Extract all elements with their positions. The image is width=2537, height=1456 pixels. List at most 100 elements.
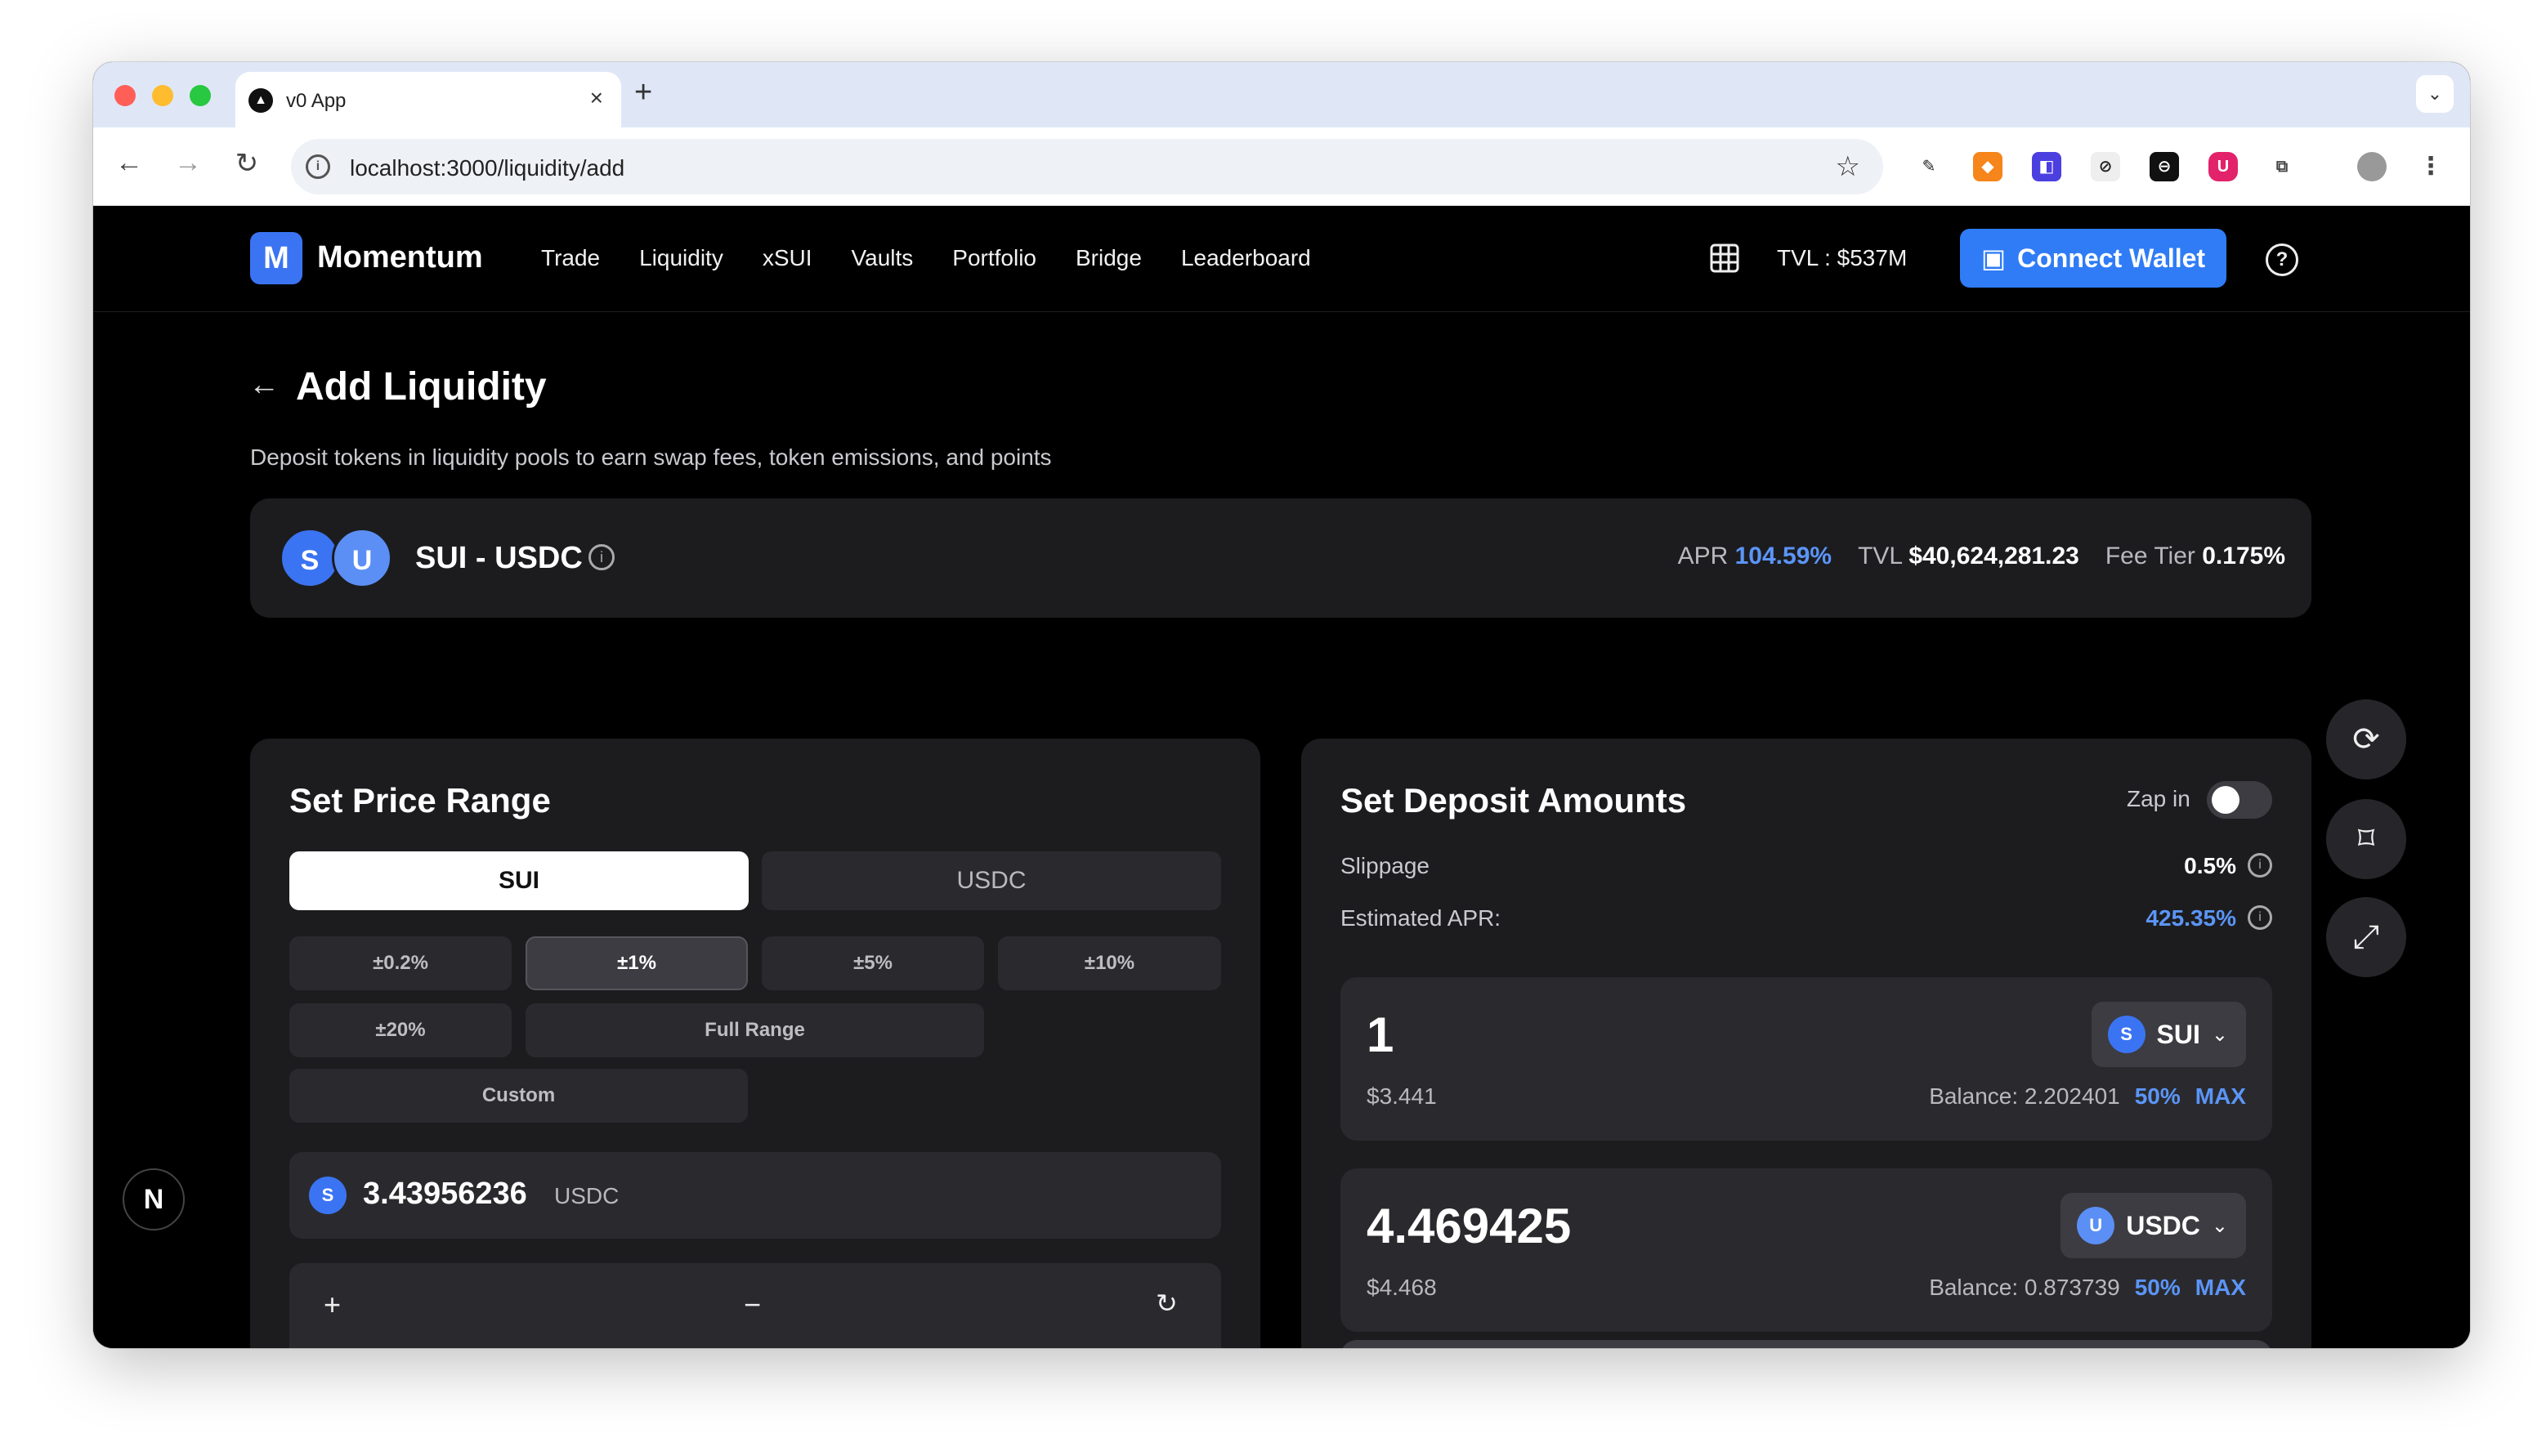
pool-name: SUI - USDC xyxy=(415,541,583,575)
logo-mark[interactable]: M xyxy=(250,232,302,284)
fee-tier-value: 0.175% xyxy=(2202,543,2285,569)
preset-1-button[interactable]: ±1% xyxy=(526,936,748,990)
current-price-unit: USDC xyxy=(554,1183,620,1208)
preset-0-2-button[interactable]: ±0.2% xyxy=(289,936,512,990)
usdc-token-select[interactable]: U USDC ⌄ xyxy=(2060,1193,2246,1258)
back-icon[interactable]: ← xyxy=(113,147,145,179)
eyedropper-icon[interactable]: ✎ xyxy=(1914,152,1944,181)
extension-icon[interactable]: ⊘ xyxy=(2091,152,2120,181)
chevron-down-icon[interactable]: ⌄ xyxy=(2416,75,2454,113)
browser-window: ▲ v0 App × + ⌄ ← → ↻ i localhost:3000/li… xyxy=(93,62,2470,1348)
metamask-icon[interactable]: ◆ xyxy=(1973,152,2002,181)
apr-label: APR xyxy=(1677,543,1729,569)
connect-wallet-button[interactable]: ▣ Connect Wallet xyxy=(1960,229,2226,288)
maximize-window-button[interactable] xyxy=(190,85,211,106)
wallet-icon: ▣ xyxy=(1980,243,2007,273)
usdc-half-button[interactable]: 50% xyxy=(2135,1275,2181,1301)
deposit-panel: Set Deposit Amounts Zap in Slippage 0.5%… xyxy=(1301,739,2311,1348)
sui-token-icon: S xyxy=(309,1177,347,1214)
info-icon[interactable]: i xyxy=(588,544,615,570)
sui-token-select[interactable]: S SUI ⌄ xyxy=(2091,1002,2246,1067)
nav-bridge[interactable]: Bridge xyxy=(1076,245,1142,271)
usdc-token-name: USDC xyxy=(2126,1210,2200,1240)
page-subtitle: Deposit tokens in liquidity pools to ear… xyxy=(250,444,1052,470)
bookmark-icon[interactable]: ⌑ xyxy=(2326,799,2406,879)
refresh-icon[interactable]: ⟳ xyxy=(2326,699,2406,779)
sui-max-button[interactable]: MAX xyxy=(2195,1083,2246,1110)
extension-icon[interactable]: ◧ xyxy=(2032,152,2061,181)
shield-icon[interactable]: U xyxy=(2208,152,2238,181)
app: M Momentum Trade Liquidity xSUI Vaults P… xyxy=(93,206,2470,1348)
avatar[interactable] xyxy=(2357,152,2387,181)
zoom-in-icon[interactable]: + xyxy=(324,1288,341,1322)
nav-trade[interactable]: Trade xyxy=(541,245,600,271)
apr-value: 104.59% xyxy=(1734,543,1832,569)
sui-amount-box[interactable]: 1 $3.441 S SUI ⌄ Balance: 2.202401 50% M… xyxy=(1340,977,2272,1141)
info-icon[interactable]: i xyxy=(2248,853,2272,878)
main-nav: Trade Liquidity xSUI Vaults Portfolio Br… xyxy=(541,245,1311,271)
logo-text[interactable]: Momentum xyxy=(317,240,483,275)
chevron-down-icon: ⌄ xyxy=(2211,1214,2228,1237)
connect-wallet-label: Connect Wallet xyxy=(2017,243,2206,273)
custom-range-button[interactable]: Custom xyxy=(289,1069,748,1123)
zoom-out-icon[interactable]: − xyxy=(744,1288,761,1322)
price-range-title: Set Price Range xyxy=(289,781,551,820)
nav-vaults[interactable]: Vaults xyxy=(852,245,914,271)
minimize-window-button[interactable] xyxy=(152,85,173,106)
extension-icon[interactable]: ⊖ xyxy=(2150,152,2179,181)
back-arrow-icon[interactable]: ← xyxy=(248,368,280,403)
tab-usdc[interactable]: USDC xyxy=(762,851,1221,910)
puzzle-icon[interactable]: ⧉ xyxy=(2267,152,2297,181)
preset-5-button[interactable]: ±5% xyxy=(762,936,984,990)
nav-portfolio[interactable]: Portfolio xyxy=(952,245,1036,271)
nav-liquidity[interactable]: Liquidity xyxy=(639,245,723,271)
zap-in-toggle[interactable] xyxy=(2207,781,2272,819)
fee-tier-label: Fee Tier xyxy=(2105,543,2195,569)
close-window-button[interactable] xyxy=(114,85,136,106)
slippage-value[interactable]: 0.5% xyxy=(2184,853,2236,879)
reset-icon[interactable]: ↻ xyxy=(1156,1288,1178,1319)
nav-leaderboard[interactable]: Leaderboard xyxy=(1181,245,1311,271)
more-vertical-icon[interactable]: ⋮ xyxy=(2416,152,2445,181)
tab-sui[interactable]: SUI xyxy=(289,851,749,910)
star-icon[interactable]: ☆ xyxy=(1836,150,1860,183)
sui-balance-row: Balance: 2.202401 50% MAX xyxy=(1929,1083,2246,1110)
sui-half-button[interactable]: 50% xyxy=(2135,1083,2181,1110)
usdc-max-button[interactable]: MAX xyxy=(2195,1275,2246,1301)
help-icon[interactable]: ? xyxy=(2266,243,2298,276)
info-icon[interactable]: i xyxy=(2248,905,2272,930)
usdc-amount-usd: $4.468 xyxy=(1367,1275,1437,1300)
sui-token-icon: S xyxy=(2107,1016,2145,1053)
address-bar[interactable]: i localhost:3000/liquidity/add ☆ xyxy=(291,139,1883,194)
url-text[interactable]: localhost:3000/liquidity/add xyxy=(350,155,624,181)
site-info-icon[interactable]: i xyxy=(306,154,330,179)
submit-button[interactable] xyxy=(1340,1340,2272,1348)
nav-xsui[interactable]: xSUI xyxy=(763,245,812,271)
slippage-label: Slippage xyxy=(1340,853,1430,878)
toggle-knob xyxy=(2212,786,2239,814)
usdc-balance: Balance: 0.873739 xyxy=(1929,1275,2120,1300)
nextjs-badge[interactable]: N xyxy=(123,1168,185,1230)
sui-balance: Balance: 2.202401 xyxy=(1929,1083,2120,1109)
close-icon[interactable]: × xyxy=(590,85,603,111)
zap-in-label: Zap in xyxy=(2127,786,2190,811)
usdc-amount-box[interactable]: 4.469425 $4.468 U USDC ⌄ Balance: 0.8737… xyxy=(1340,1168,2272,1332)
expand-icon[interactable]: ⤢ xyxy=(2326,897,2406,977)
sui-amount-usd: $3.441 xyxy=(1367,1083,1437,1109)
usdc-amount-input[interactable]: 4.469425 xyxy=(1367,1198,1571,1254)
usdc-token-icon: U xyxy=(2077,1207,2115,1244)
tvl-value: $40,624,281.23 xyxy=(1908,543,2079,569)
reload-icon[interactable]: ↻ xyxy=(230,147,263,180)
price-range-panel: Set Price Range SUI USDC ±0.2% ±1% ±5% ±… xyxy=(250,739,1260,1348)
plus-icon[interactable]: + xyxy=(634,75,652,110)
preset-10-button[interactable]: ±10% xyxy=(998,936,1221,990)
sui-amount-input[interactable]: 1 xyxy=(1367,1007,1394,1063)
app-header: M Momentum Trade Liquidity xSUI Vaults P… xyxy=(93,206,2470,312)
forward-icon[interactable]: → xyxy=(172,147,204,179)
current-price: S 3.43956236 USDC xyxy=(289,1152,1221,1239)
preset-20-button[interactable]: ±20% xyxy=(289,1003,512,1057)
full-range-button[interactable]: Full Range xyxy=(526,1003,984,1057)
browser-tab[interactable]: ▲ v0 App × xyxy=(235,72,621,127)
chevron-down-icon: ⌄ xyxy=(2211,1023,2228,1046)
grid-icon[interactable] xyxy=(1708,242,1741,275)
